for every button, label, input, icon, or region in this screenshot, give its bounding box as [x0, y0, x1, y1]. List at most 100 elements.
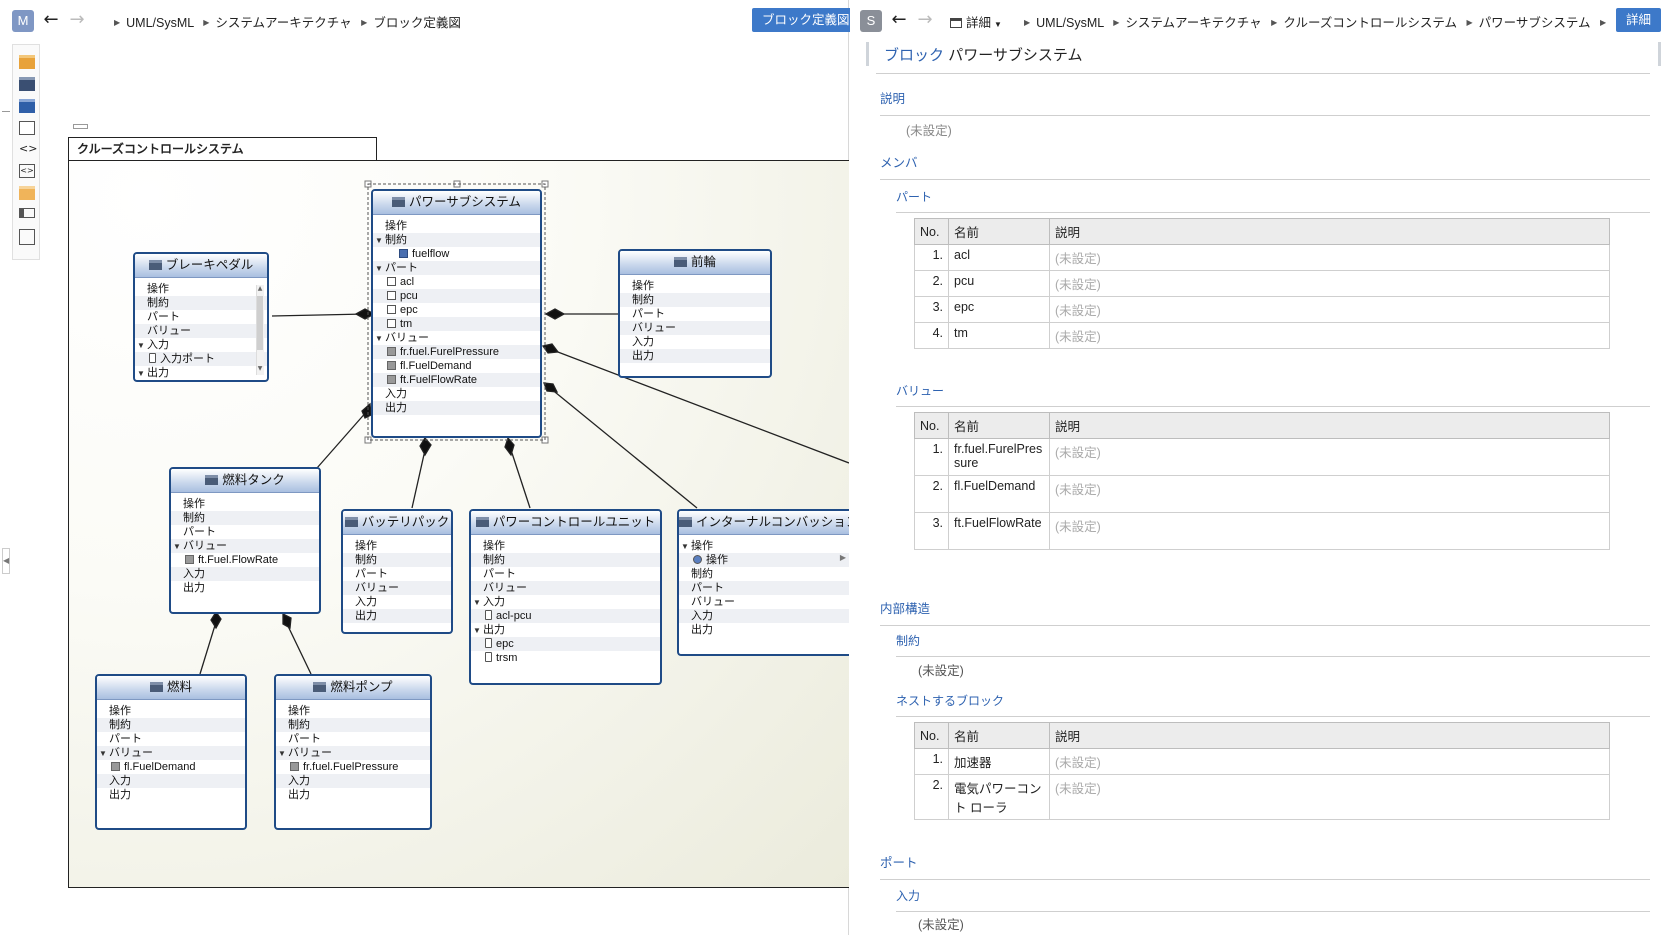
- block-compartment-row[interactable]: ▼ 出力: [471, 623, 660, 637]
- block-compartment-row[interactable]: ▼ 出力: [135, 366, 267, 380]
- block-compartment-row[interactable]: 操作: [135, 282, 267, 296]
- block-compartment-row[interactable]: ▼ 入力: [135, 338, 267, 352]
- block-compartment-row[interactable]: ▼ 制約: [373, 233, 540, 247]
- col-no[interactable]: No.: [914, 218, 949, 245]
- block-compartment-row[interactable]: 入力: [620, 335, 770, 349]
- block-compartment-row[interactable]: パート: [471, 567, 660, 581]
- breadcrumb-item[interactable]: システムアーキテクチャ: [1125, 16, 1261, 30]
- block-compartment-row[interactable]: バリュー: [620, 321, 770, 335]
- col-desc[interactable]: 説明: [1049, 722, 1610, 749]
- table-row[interactable]: 1. 加速器 (未設定): [914, 748, 1610, 775]
- section-members[interactable]: メンバ: [880, 152, 1650, 180]
- block-member-row[interactable]: epc: [471, 637, 660, 651]
- expand-triangle-icon[interactable]: ▼: [278, 747, 288, 761]
- block-compartment-row[interactable]: 入力: [373, 387, 540, 401]
- table-row[interactable]: 1. fr.fuel.FurelPres sure (未設定): [914, 438, 1610, 476]
- block-battery-pack[interactable]: バッテリパック 操作 制約 パート バリュー 入力 出力: [341, 509, 453, 634]
- block-header[interactable]: 前輪: [620, 251, 770, 275]
- block-compartment-row[interactable]: 制約: [679, 567, 849, 581]
- col-name[interactable]: 名前: [948, 722, 1050, 749]
- cell-name[interactable]: acl: [948, 244, 1050, 271]
- block-member-row[interactable]: acl-pcu: [471, 609, 660, 623]
- block-compartment-row[interactable]: 制約: [97, 718, 245, 732]
- subsection-values[interactable]: バリュー: [896, 382, 1650, 407]
- col-no[interactable]: No.: [914, 722, 949, 749]
- expand-triangle-icon[interactable]: ▼: [473, 596, 483, 610]
- block-front-wheel[interactable]: 前輪 操作 制約 パート バリュー 入力 出力: [618, 249, 772, 378]
- block-member-row[interactable]: ft.Fuel.FlowRate: [171, 553, 319, 567]
- block-compartment-row[interactable]: バリュー: [135, 324, 267, 338]
- block-compartment-row[interactable]: パート: [97, 732, 245, 746]
- cell-name[interactable]: 電気パワーコント ローラ: [948, 774, 1050, 820]
- block-compartment-row[interactable]: 出力: [343, 609, 451, 623]
- block-member-row[interactable]: fl.FuelDemand: [97, 760, 245, 774]
- block-member-row[interactable]: pcu: [373, 289, 540, 303]
- scroll-down-icon[interactable]: ▼: [256, 365, 264, 373]
- forward-arrow-icon[interactable]: →: [914, 8, 936, 32]
- block-compartment-row[interactable]: 制約: [471, 553, 660, 567]
- connector-tank[interactable]: [316, 409, 369, 469]
- table-row[interactable]: 2. fl.FuelDemand (未設定): [914, 475, 1610, 513]
- block-compartment-row[interactable]: バリュー: [679, 595, 849, 609]
- connector-pcu[interactable]: [510, 449, 531, 509]
- cell-name[interactable]: tm: [948, 322, 1050, 349]
- block-member-row[interactable]: tm: [373, 317, 540, 331]
- scroll-up-icon[interactable]: ▲: [256, 285, 264, 293]
- col-desc[interactable]: 説明: [1049, 218, 1610, 245]
- block-compartment-row[interactable]: 出力: [97, 788, 245, 802]
- connector-ice[interactable]: [549, 387, 698, 509]
- block-header[interactable]: バッテリパック: [343, 511, 451, 535]
- block-compartment-row[interactable]: ▼ パート: [373, 261, 540, 275]
- cell-name[interactable]: ft.FuelFlowRate: [948, 512, 1050, 550]
- block-header[interactable]: パワーコントロールユニット: [471, 511, 660, 535]
- block-compartment-row[interactable]: 操作: [276, 704, 430, 718]
- table-row[interactable]: 1. acl (未設定): [914, 244, 1610, 271]
- col-name[interactable]: 名前: [948, 218, 1050, 245]
- section-ports[interactable]: ポート: [880, 852, 1650, 880]
- block-compartment-row[interactable]: 操作: [97, 704, 245, 718]
- spec-badge[interactable]: S: [860, 10, 882, 32]
- block-compartment-row[interactable]: 出力: [276, 788, 430, 802]
- block-member-row[interactable]: epc: [373, 303, 540, 317]
- block-compartment-row[interactable]: 入力: [171, 567, 319, 581]
- block-power-subsystem[interactable]: パワーサブシステム 操作 ▼ 制約 fuelflow ▼ パート acl pcu epc tm ▼ バリ…: [371, 189, 542, 438]
- expand-triangle-icon[interactable]: ▼: [375, 234, 385, 248]
- block-compartment-row[interactable]: 操作: [343, 539, 451, 553]
- col-desc[interactable]: 説明: [1049, 412, 1610, 439]
- block-compartment-row[interactable]: ▼ 入力: [471, 595, 660, 609]
- breadcrumb-item[interactable]: パワーサブシステム: [1479, 16, 1591, 30]
- section-description[interactable]: 説明: [880, 88, 1650, 116]
- block-compartment-row[interactable]: ▼ バリュー: [373, 331, 540, 345]
- expand-triangle-icon[interactable]: ▼: [375, 332, 385, 346]
- section-internal-structure[interactable]: 内部構造: [880, 598, 1650, 626]
- block-header[interactable]: 燃料ポンプ: [276, 676, 430, 700]
- resize-handle-left[interactable]: [866, 42, 869, 66]
- block-compartment-row[interactable]: 操作: [620, 279, 770, 293]
- block-compartment-row[interactable]: 入力: [343, 595, 451, 609]
- block-member-row[interactable]: fr.fuel.FurelPressure: [373, 345, 540, 359]
- block-compartment-row[interactable]: パート: [171, 525, 319, 539]
- cell-name[interactable]: epc: [948, 296, 1050, 323]
- breadcrumb-item[interactable]: UML/SysML: [1036, 16, 1104, 30]
- block-brake-pedal[interactable]: ブレーキペダル 操作 制約 パート バリュー ▼ 入力 入力ポート ▼ 出力: [133, 252, 269, 382]
- table-row[interactable]: 4. tm (未設定): [914, 322, 1610, 349]
- block-internal-combustion[interactable]: インターナルコンバッション ▼ 操作 操作 制約 パート バリュー 入力 出力: [677, 509, 849, 656]
- block-header[interactable]: ブレーキペダル: [135, 254, 267, 278]
- block-header[interactable]: パワーサブシステム: [373, 191, 540, 215]
- subsection-constraints[interactable]: 制約: [896, 632, 1650, 657]
- expand-triangle-icon[interactable]: ▼: [99, 747, 109, 761]
- block-header[interactable]: 燃料タンク: [171, 469, 319, 493]
- block-compartment-row[interactable]: 制約: [620, 293, 770, 307]
- expand-triangle-icon[interactable]: ▼: [375, 262, 385, 276]
- block-compartment-row[interactable]: 入力: [276, 774, 430, 788]
- subsection-nested-blocks[interactable]: ネストするブロック: [896, 692, 1650, 717]
- connector-brake[interactable]: [271, 313, 367, 317]
- resize-handle-right[interactable]: [1658, 42, 1661, 66]
- cell-name[interactable]: 加速器: [948, 748, 1050, 775]
- expand-triangle-icon[interactable]: ▼: [681, 540, 691, 554]
- view-menu[interactable]: 詳細 ▼: [950, 12, 1002, 31]
- col-no[interactable]: No.: [914, 412, 949, 439]
- block-compartment-row[interactable]: バリュー: [471, 581, 660, 595]
- expand-triangle-icon[interactable]: ▼: [173, 540, 183, 554]
- block-compartment-row[interactable]: バリュー: [343, 581, 451, 595]
